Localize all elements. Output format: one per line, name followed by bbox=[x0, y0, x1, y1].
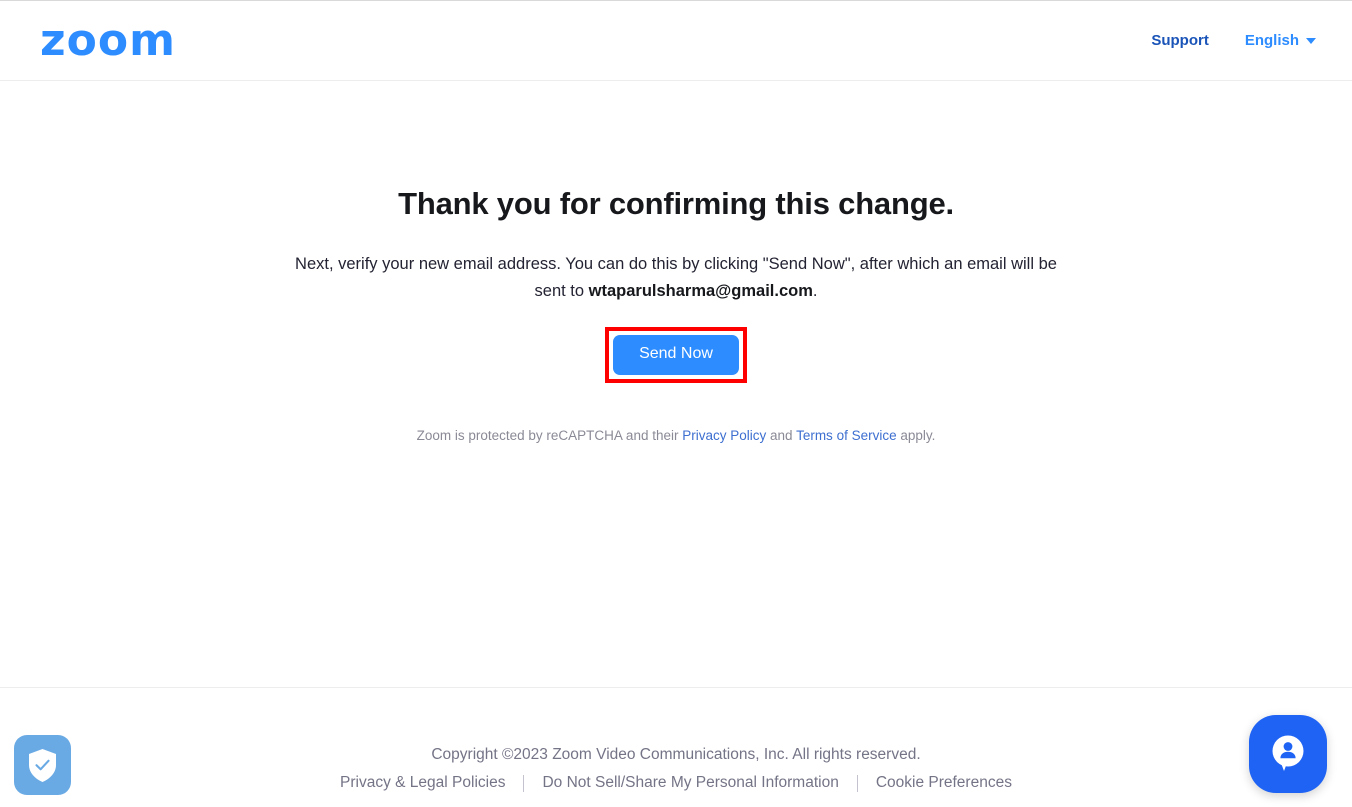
zoom-logo-link[interactable]: zoom bbox=[40, 14, 176, 66]
shield-check-icon bbox=[29, 748, 56, 782]
footer-link-do-not-sell[interactable]: Do Not Sell/Share My Personal Informatio… bbox=[524, 774, 856, 792]
header-nav: Support English bbox=[1151, 32, 1316, 49]
footer-link-privacy-legal[interactable]: Privacy & Legal Policies bbox=[322, 774, 523, 792]
target-email-address: wtaparulsharma@gmail.com bbox=[588, 281, 813, 300]
footer-link-cookie-preferences[interactable]: Cookie Preferences bbox=[858, 774, 1030, 792]
footer-links: Privacy & Legal Policies Do Not Sell/Sha… bbox=[0, 774, 1352, 792]
terms-of-service-link[interactable]: Terms of Service bbox=[796, 428, 897, 443]
site-header: zoom Support English bbox=[0, 1, 1352, 81]
recaptcha-text-middle: and bbox=[766, 428, 797, 444]
support-chat-button[interactable] bbox=[1249, 715, 1327, 793]
support-link[interactable]: Support bbox=[1151, 32, 1209, 49]
site-footer: Copyright ©2023 Zoom Video Communication… bbox=[0, 687, 1352, 792]
message-text-trail: . bbox=[812, 281, 818, 300]
support-chat-person-icon bbox=[1272, 735, 1304, 771]
main-content: Thank you for confirming this change. Ne… bbox=[0, 81, 1352, 443]
send-now-button[interactable]: Send Now bbox=[613, 335, 739, 376]
button-row: Send Now bbox=[0, 327, 1352, 384]
confirmation-message: Next, verify your new email address. You… bbox=[281, 251, 1071, 304]
language-selector[interactable]: English bbox=[1245, 32, 1316, 49]
language-label: English bbox=[1244, 32, 1299, 49]
recaptcha-notice: Zoom is protected by reCAPTCHA and their… bbox=[0, 428, 1352, 443]
privacy-policy-link[interactable]: Privacy Policy bbox=[682, 428, 766, 443]
page-title: Thank you for confirming this change. bbox=[398, 186, 954, 221]
annotation-highlight-box: Send Now bbox=[605, 327, 747, 384]
chevron-down-icon bbox=[1306, 37, 1316, 44]
zoom-logo: zoom bbox=[40, 14, 176, 66]
copyright-text: Copyright ©2023 Zoom Video Communication… bbox=[431, 746, 921, 763]
recaptcha-text-trail: apply. bbox=[896, 428, 936, 444]
privacy-shield-widget[interactable] bbox=[14, 735, 71, 795]
recaptcha-text-lead: Zoom is protected by reCAPTCHA and their bbox=[416, 428, 683, 444]
